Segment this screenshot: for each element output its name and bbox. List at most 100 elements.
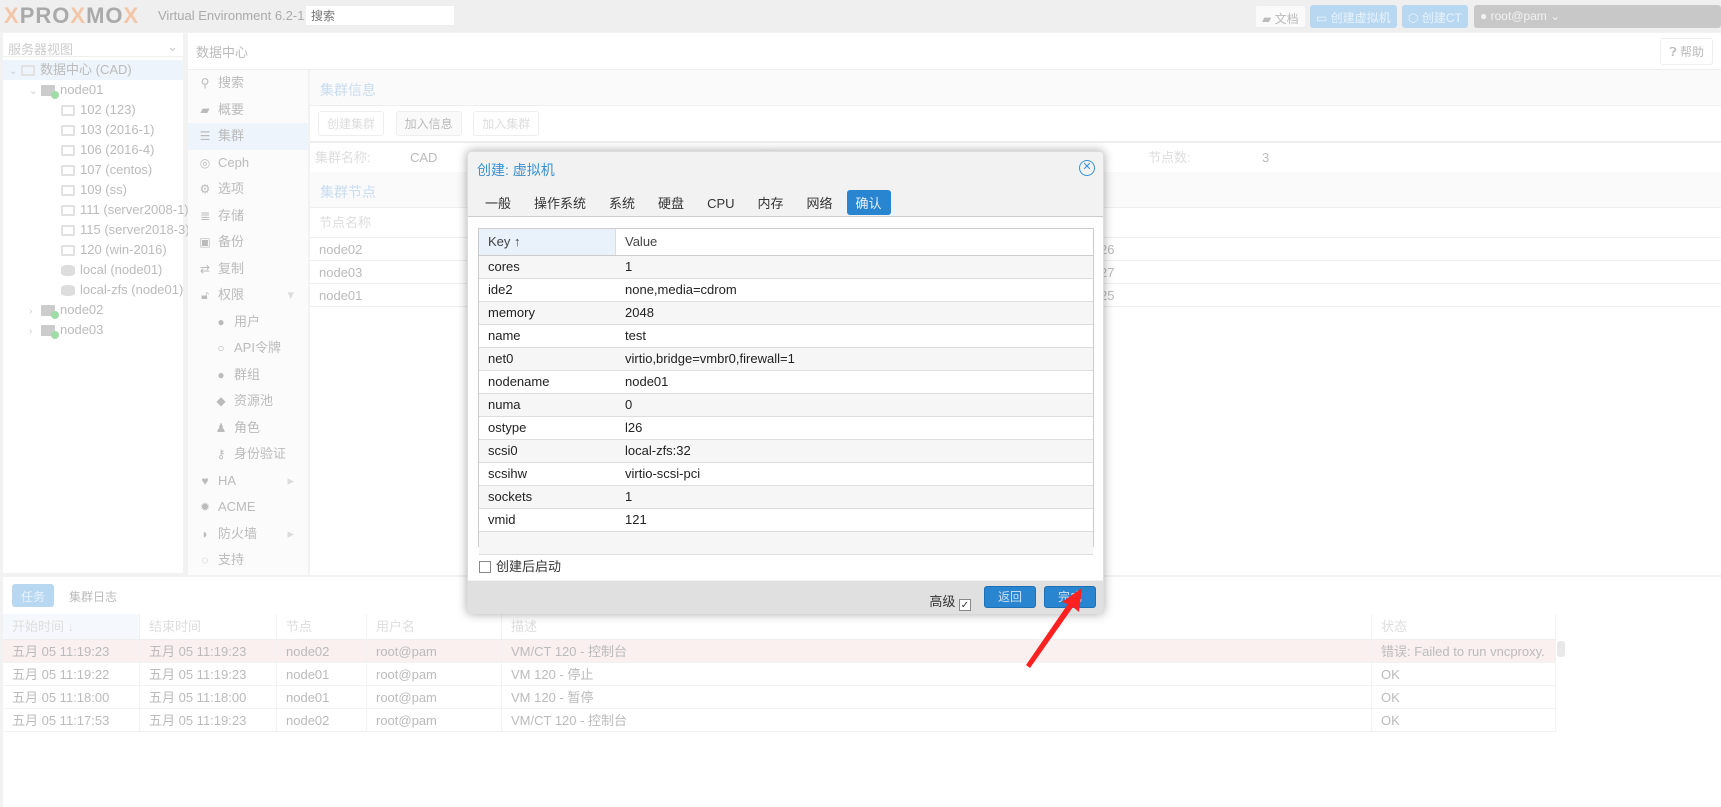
column-header[interactable]: 结束时间 xyxy=(140,614,277,639)
tab-tasks[interactable]: 任务 xyxy=(12,584,55,607)
nav-item-label: 角色 xyxy=(234,419,261,435)
task-cell: node02 xyxy=(277,709,367,731)
column-header[interactable]: 开始时间 ↓ xyxy=(3,614,140,639)
nav-item[interactable]: ◆ 资源池 xyxy=(188,388,308,415)
nav-item[interactable]: ⚙ 选项 xyxy=(188,176,308,203)
tree-item[interactable]: 109 (ss) xyxy=(3,180,183,200)
create-cluster-button[interactable]: 创建集群 xyxy=(318,111,385,136)
chevron-icon[interactable]: ⌄ xyxy=(9,62,21,82)
tab-5[interactable]: 内存 xyxy=(749,190,793,215)
docs-button[interactable]: ▰ 文档 xyxy=(1255,5,1306,28)
table-row[interactable]: sockets 1 xyxy=(479,486,1093,509)
nav-item[interactable]: ▰ 概要 xyxy=(188,97,308,124)
chevron-icon[interactable]: ⌄ xyxy=(29,82,41,102)
tree-item[interactable]: › node03 xyxy=(3,320,183,340)
tree-item[interactable]: 115 (server2018-3) xyxy=(3,220,190,240)
nav-item[interactable]: ◌ 支持 xyxy=(188,547,308,574)
column-header-key[interactable]: Key ↑ xyxy=(479,229,616,255)
create-ct-button[interactable]: ⬡ 创建CT xyxy=(1402,5,1468,28)
nav-item[interactable]: ⚲ 搜索 xyxy=(188,70,308,97)
task-cell: node01 xyxy=(277,663,367,685)
tree-item[interactable]: 107 (centos) xyxy=(3,160,183,180)
nav-item[interactable]: ⚷ 身份验证 xyxy=(188,441,308,468)
advanced-checkbox[interactable]: 高级 ✓ xyxy=(929,591,976,611)
close-icon[interactable]: ✕ xyxy=(1079,160,1095,176)
tab-1[interactable]: 操作系统 xyxy=(525,190,595,215)
tree-item[interactable]: 102 (123) xyxy=(3,100,183,120)
user-menu-button[interactable]: ● root@pam ⌄ xyxy=(1474,5,1721,28)
start-after-created-checkbox[interactable]: 创建后启动 xyxy=(479,556,561,575)
search-input[interactable] xyxy=(305,5,455,26)
join-cluster-button[interactable]: 加入集群 xyxy=(473,111,540,136)
column-header[interactable]: 用户名 xyxy=(367,614,502,639)
nav-item[interactable]: ⇄ 复制 xyxy=(188,256,308,283)
column-header-value[interactable]: Value xyxy=(616,229,657,255)
nav-item-label: API令牌 xyxy=(234,340,281,355)
table-row[interactable]: scsi0 local-zfs:32 xyxy=(479,440,1093,463)
tab-2[interactable]: 系统 xyxy=(600,190,644,215)
task-row[interactable]: 五月 05 11:18:00 五月 05 11:18:00 node01 root@p… xyxy=(3,686,1556,709)
table-row[interactable]: name test xyxy=(479,325,1093,348)
nav-item[interactable]: ☰ 集群 xyxy=(188,123,308,150)
tree-item[interactable]: 103 (2016-1) xyxy=(3,120,183,140)
section-title-cluster-info: 集群信息 xyxy=(310,70,1721,106)
tree-item[interactable]: 106 (2016-4) xyxy=(3,140,183,160)
tab-7[interactable]: 确认 xyxy=(846,190,891,215)
table-row[interactable]: cores 1 xyxy=(479,256,1093,279)
table-row[interactable]: numa 0 xyxy=(479,394,1093,417)
create-vm-dialog: 创建: 虚拟机 ✕ 一般 操作系统 系统 硬盘 CPU 内存 网络 确认 Key ↑ Valu… xyxy=(467,151,1104,614)
tree-item-label: node02 xyxy=(60,302,104,317)
view-selector[interactable]: 服务器视图 ⌄ xyxy=(3,35,183,57)
back-button[interactable]: 返回 xyxy=(984,586,1036,608)
tab-6[interactable]: 网络 xyxy=(798,190,842,215)
nav-item[interactable]: ✹ ACME xyxy=(188,494,308,521)
value-cell: virtio-scsi-pci xyxy=(625,466,701,481)
task-row[interactable]: 五月 05 11:17:53 五月 05 11:19:23 node02 root@p… xyxy=(3,709,1556,732)
nav-item[interactable]: ● 用户 xyxy=(188,309,308,336)
tab-cluster-log[interactable]: 集群日志 xyxy=(60,584,126,607)
nav-item[interactable]: ♥ HA ▸ xyxy=(188,468,308,495)
caret-right-icon: ▸ xyxy=(287,525,294,541)
task-table-header: 开始时间 ↓ 结束时间 节点 用户名 描述 状态 xyxy=(3,614,1556,640)
table-row[interactable]: ide2 none,media=cdrom xyxy=(479,279,1093,302)
nav-item[interactable]: ◗ 防火墙 ▸ xyxy=(188,521,308,548)
tab-4[interactable]: CPU xyxy=(698,193,743,214)
column-header[interactable]: 状态 xyxy=(1372,614,1556,639)
tree-item[interactable]: › node02 xyxy=(3,300,183,320)
nav-item[interactable]: ♟ 角色 xyxy=(188,415,308,442)
tree-item[interactable]: local-zfs (node01) xyxy=(3,280,183,300)
tree-item[interactable]: ⌄ 数据中心 (CAD) xyxy=(3,60,183,80)
nav-item[interactable]: ≣ 存储 xyxy=(188,203,308,230)
nav-item[interactable]: 🔓︎ 权限 ▾ xyxy=(188,282,308,309)
nav-item[interactable]: ▣ 备份 xyxy=(188,229,308,256)
summary-grid: Key ↑ Value cores 1 ide2 none,media=cdrom me… xyxy=(478,228,1094,555)
chevron-icon[interactable]: › xyxy=(29,302,41,322)
tab-0[interactable]: 一般 xyxy=(476,190,520,215)
tree-item[interactable]: 120 (win-2016) xyxy=(3,240,183,260)
table-row[interactable]: net0 virtio,bridge=vmbr0,firewall=1 xyxy=(479,348,1093,371)
tree-item[interactable]: local (node01) xyxy=(3,260,183,280)
table-row[interactable]: scsihw virtio-scsi-pci xyxy=(479,463,1093,486)
scrollbar[interactable] xyxy=(1557,641,1565,657)
column-header[interactable]: 节点 xyxy=(277,614,367,639)
table-row[interactable]: vmid 121 xyxy=(479,509,1093,532)
table-row[interactable]: nodename node01 xyxy=(479,371,1093,394)
chevron-icon[interactable]: › xyxy=(29,322,41,342)
task-row[interactable]: 五月 05 11:19:23 五月 05 11:19:23 node02 root@p… xyxy=(3,640,1556,663)
table-row[interactable]: memory 2048 xyxy=(479,302,1093,325)
nav-item[interactable]: ● 群组 xyxy=(188,362,308,389)
monitor-icon xyxy=(61,145,75,157)
nav-item[interactable]: ◎ Ceph xyxy=(188,150,308,177)
column-header[interactable]: 描述 xyxy=(502,614,1372,639)
nav-item[interactable]: ○ API令牌 xyxy=(188,335,308,362)
join-info-button[interactable]: 加入信息 xyxy=(395,111,462,136)
table-row[interactable]: ostype l26 xyxy=(479,417,1093,440)
tab-3[interactable]: 硬盘 xyxy=(649,190,693,215)
create-vm-button[interactable]: ▭ 创建虚拟机 xyxy=(1310,5,1397,28)
task-row[interactable]: 五月 05 11:19:22 五月 05 11:19:23 node01 root@p… xyxy=(3,663,1556,686)
tree-item[interactable]: 111 (server2008-1) xyxy=(3,200,189,220)
finish-button[interactable]: 完成 xyxy=(1044,586,1096,608)
wizard-tabs: 一般 操作系统 系统 硬盘 CPU 内存 网络 确认 xyxy=(476,190,896,215)
tree-item[interactable]: ⌄ node01 xyxy=(3,80,183,100)
help-button[interactable]: ❓︎ 帮助 xyxy=(1660,38,1713,65)
